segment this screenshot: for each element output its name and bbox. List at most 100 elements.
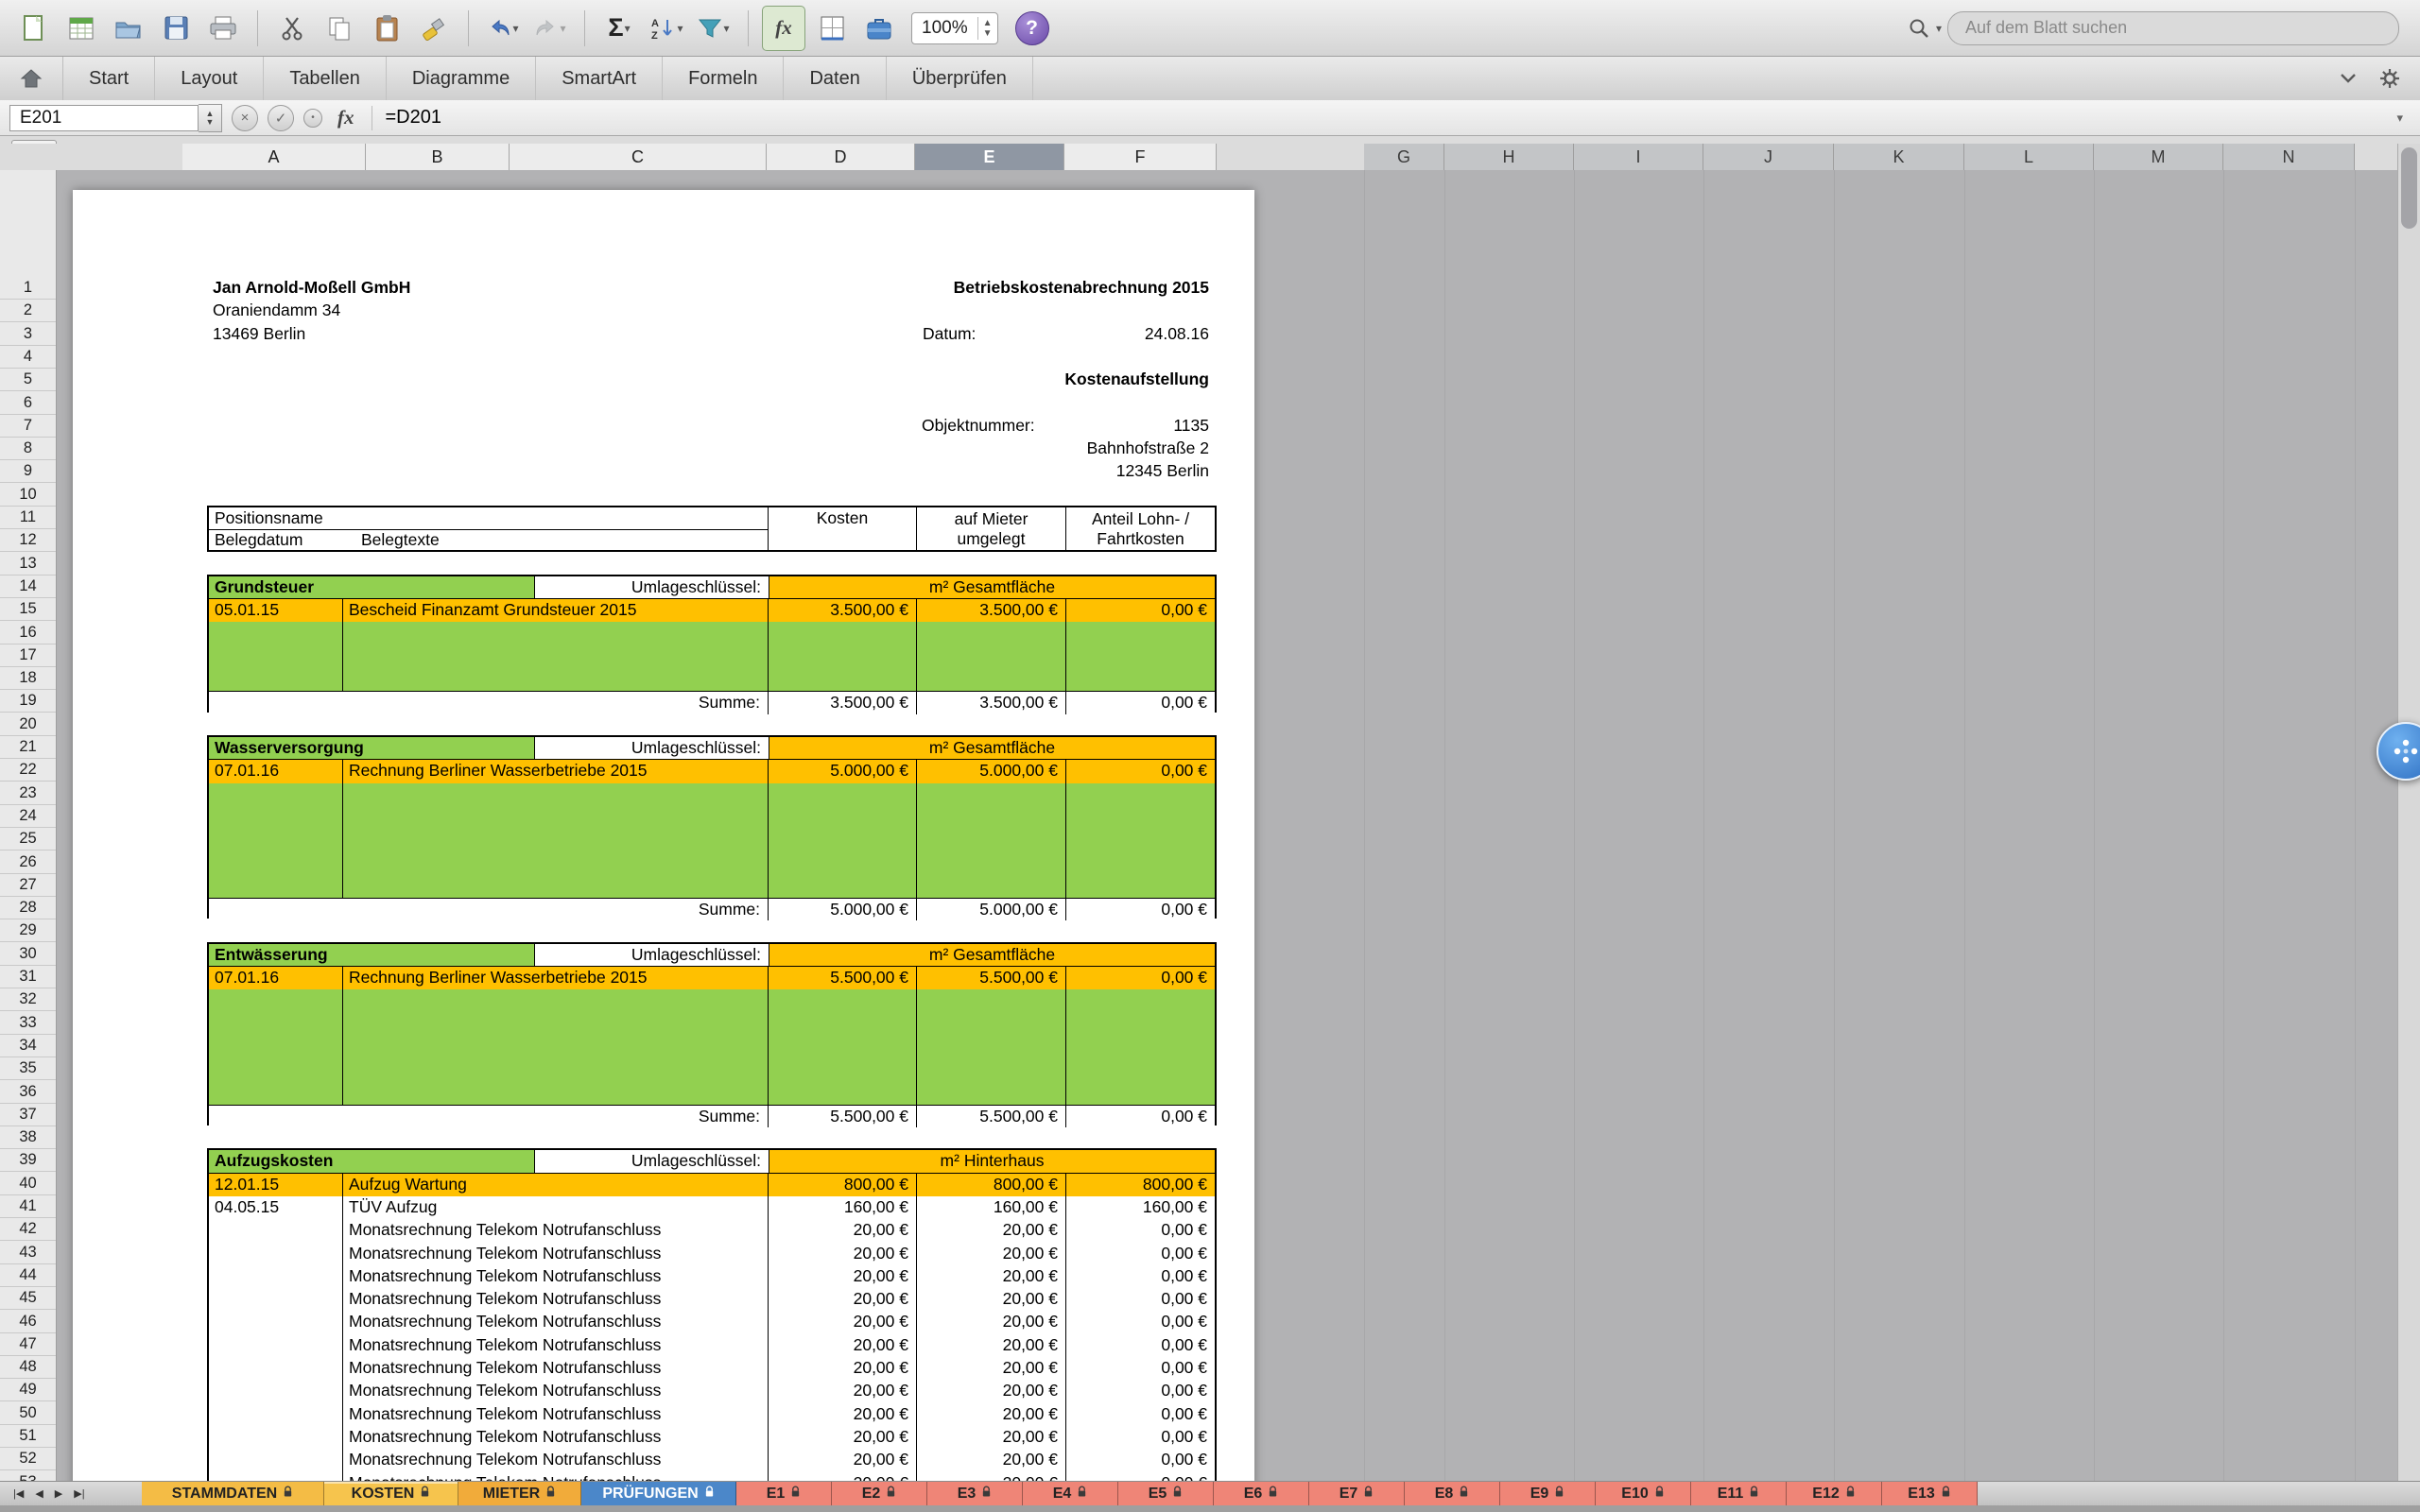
cell-object-label[interactable]: Objektnummer:	[922, 414, 1035, 438]
column-header-B[interactable]: B	[366, 144, 510, 170]
row-header-25[interactable]: 25	[0, 827, 56, 850]
first-sheet-button[interactable]: |◀	[9, 1487, 27, 1500]
cell-anteil[interactable]: 0,00 €	[1066, 599, 1215, 622]
ribbon-tab-daten[interactable]: Daten	[784, 57, 886, 100]
help-button[interactable]: ?	[1015, 11, 1049, 45]
cell-umgelegt[interactable]: 20,00 €	[917, 1380, 1066, 1402]
row-header-47[interactable]: 47	[0, 1332, 56, 1356]
cell-company-city[interactable]: 13469 Berlin	[213, 322, 305, 346]
cell-belegtext[interactable]: TÜV Aufzug	[343, 1196, 769, 1219]
cell-belegdatum[interactable]	[209, 1357, 343, 1380]
cell-belegdatum[interactable]: 04.05.15	[209, 1196, 343, 1219]
cell-belegdatum[interactable]	[209, 1288, 343, 1311]
cell-kosten[interactable]: 20,00 €	[769, 1426, 917, 1449]
cell-belegtext[interactable]: Monatsrechnung Telekom Notrufanschluss	[343, 1288, 769, 1311]
cell-summe-anteil[interactable]: 0,00 €	[1066, 692, 1215, 713]
row-header-7[interactable]: 7	[0, 414, 56, 438]
cell-empty[interactable]	[343, 1036, 769, 1058]
vertical-scrollbar[interactable]	[2397, 144, 2420, 1481]
cell-empty[interactable]	[917, 875, 1066, 898]
row-header-22[interactable]: 22	[0, 758, 56, 782]
cell-umgelegt[interactable]: 20,00 €	[917, 1357, 1066, 1380]
cell-empty[interactable]	[1066, 989, 1215, 1012]
row-header-44[interactable]: 44	[0, 1263, 56, 1287]
borders-button[interactable]	[811, 7, 853, 50]
row-header-50[interactable]: 50	[0, 1401, 56, 1425]
header-belegtexte[interactable]: Belegtexte	[361, 530, 440, 550]
cell-summe-kosten[interactable]: 3.500,00 €	[769, 692, 917, 713]
row-header-52[interactable]: 52	[0, 1447, 56, 1470]
sort-button[interactable]: AZ ▾	[646, 7, 687, 50]
row-header-31[interactable]: 31	[0, 965, 56, 988]
cell-umgelegt[interactable]: 5.500,00 €	[917, 967, 1066, 989]
row-header-19[interactable]: 19	[0, 689, 56, 713]
cell-empty[interactable]	[209, 1036, 343, 1058]
cell-kosten[interactable]: 160,00 €	[769, 1196, 917, 1219]
cell-empty[interactable]	[769, 851, 917, 874]
row-header-36[interactable]: 36	[0, 1080, 56, 1104]
cell-empty[interactable]	[1066, 829, 1215, 851]
name-box-stepper[interactable]: ▲ ▼	[199, 104, 222, 132]
cell-anteil[interactable]: 0,00 €	[1066, 1219, 1215, 1242]
column-header-L[interactable]: L	[1964, 144, 2094, 170]
cell-belegdatum[interactable]	[209, 1243, 343, 1265]
cell-doc-title[interactable]: Betriebskostenabrechnung 2015	[954, 276, 1209, 300]
cell-umgelegt[interactable]: 5.000,00 €	[917, 760, 1066, 782]
cell-empty[interactable]	[343, 829, 769, 851]
sheet-tab-e4[interactable]: E4	[1023, 1482, 1118, 1505]
table-header[interactable]: Positionsname Belegdatum Belegtexte Kost…	[207, 506, 1217, 552]
column-header-E[interactable]: E	[915, 144, 1064, 170]
sheet-tab-mieter[interactable]: MIETER	[458, 1482, 581, 1505]
cell-empty[interactable]	[1066, 668, 1215, 691]
cell-belegtext[interactable]: Monatsrechnung Telekom Notrufanschluss	[343, 1265, 769, 1288]
cell-empty[interactable]	[769, 1013, 917, 1036]
row-header-18[interactable]: 18	[0, 666, 56, 690]
cell-belegdatum[interactable]	[209, 1449, 343, 1471]
cell-empty[interactable]	[209, 851, 343, 874]
cell-umgelegt[interactable]: 800,00 €	[917, 1174, 1066, 1196]
row-header-11[interactable]: 11	[0, 506, 56, 529]
row-header-15[interactable]: 15	[0, 597, 56, 621]
umlage-label[interactable]: Umlageschlüssel:	[534, 576, 769, 598]
row-header-29[interactable]: 29	[0, 919, 56, 942]
column-header-C[interactable]: C	[510, 144, 767, 170]
column-header-G[interactable]: G	[1364, 144, 1444, 170]
column-header-D[interactable]: D	[767, 144, 915, 170]
workbook-gallery-button[interactable]	[60, 7, 102, 50]
cell-summe-anteil[interactable]: 0,00 €	[1066, 899, 1215, 920]
zoom-down-icon[interactable]: ▼	[983, 28, 993, 39]
ribbon-tab-diagramme[interactable]: Diagramme	[387, 57, 536, 100]
umlage-label[interactable]: Umlageschlüssel:	[534, 737, 769, 759]
cell-empty[interactable]	[917, 622, 1066, 644]
row-header-12[interactable]: 12	[0, 528, 56, 552]
cell-belegtext[interactable]: Bescheid Finanzamt Grundsteuer 2015	[343, 599, 769, 622]
autosum-menu-caret[interactable]: ▾	[625, 22, 631, 35]
cell-object-street[interactable]: Bahnhofstraße 2	[1087, 437, 1209, 460]
cell-empty[interactable]	[1066, 645, 1215, 668]
cell-kosten[interactable]: 5.000,00 €	[769, 760, 917, 782]
cell-anteil[interactable]: 0,00 €	[1066, 1449, 1215, 1471]
media-browser-button[interactable]	[858, 7, 900, 50]
sheet-tab-stammdaten[interactable]: STAMMDATEN	[142, 1482, 324, 1505]
cell-empty[interactable]	[769, 806, 917, 829]
column-header-N[interactable]: N	[2223, 144, 2355, 170]
cell-empty[interactable]	[917, 829, 1066, 851]
accept-entry-button[interactable]: ✓	[268, 105, 294, 131]
cell-umgelegt[interactable]: 20,00 €	[917, 1288, 1066, 1311]
cell-umgelegt[interactable]: 20,00 €	[917, 1311, 1066, 1333]
cell-empty[interactable]	[769, 1036, 917, 1058]
header-belegdatum[interactable]: Belegdatum	[209, 530, 361, 550]
cell-empty[interactable]	[343, 806, 769, 829]
row-header-24[interactable]: 24	[0, 804, 56, 828]
ribbon-tab-tabellen[interactable]: Tabellen	[264, 57, 387, 100]
cell-empty[interactable]	[769, 1081, 917, 1104]
cell-empty[interactable]	[769, 1058, 917, 1081]
cell-empty[interactable]	[343, 851, 769, 874]
row-header-6[interactable]: 6	[0, 391, 56, 415]
paste-button[interactable]	[366, 7, 407, 50]
row-header-13[interactable]: 13	[0, 552, 56, 576]
cell-empty[interactable]	[209, 806, 343, 829]
cell-empty[interactable]	[769, 783, 917, 806]
cell-anteil[interactable]: 0,00 €	[1066, 1334, 1215, 1357]
summe-label[interactable]: Summe:	[209, 899, 769, 920]
